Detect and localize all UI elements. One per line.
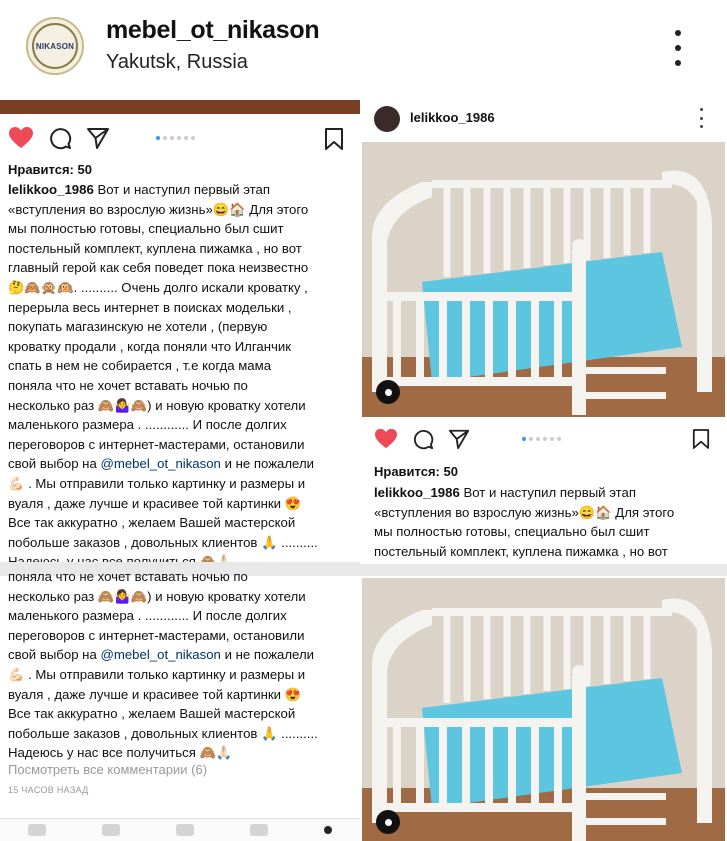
caption-line: вуаля , даже лучше и красивее той картин…: [8, 686, 302, 702]
caption-line: мы полностью готовы, специально был сшит: [8, 221, 284, 237]
caption-line: побольше заказов , довольных клиентов 🙏 …: [8, 725, 318, 741]
profile-username[interactable]: mebel_ot_nikason: [106, 16, 320, 45]
mention-link[interactable]: @mebel_ot_nikason: [100, 647, 220, 662]
caption-line: покупать магазинскую не хотели , (первую: [8, 319, 268, 335]
bookmark-icon[interactable]: [692, 428, 710, 450]
caption-line: кроватку продали , когда поняли что Илга…: [8, 338, 292, 354]
share-icon[interactable]: [86, 126, 110, 150]
bottom-nav: [0, 818, 360, 841]
caption-username[interactable]: lelikkoo_1986: [8, 182, 94, 197]
caption-line: постельный комплект, куплена пижамка , н…: [8, 240, 302, 256]
crib-photo-2[interactable]: [362, 578, 725, 841]
caption-line: маленького размера . ............ И посл…: [8, 417, 287, 433]
crib-illustration: [362, 142, 725, 417]
more-icon[interactable]: [698, 108, 704, 128]
profile-avatar[interactable]: NIKASON: [26, 17, 84, 75]
caption-line: свой выбор на @mebel_ot_nikason и не пож…: [8, 456, 315, 472]
caption-line: Надеюсь у нас все получиться 🙈🙏🏻: [8, 745, 233, 761]
more-options-icon[interactable]: [670, 30, 686, 66]
post-author-username[interactable]: lelikkoo_1986: [410, 110, 495, 125]
caption-line: «вступления во взрослую жизнь»😄🏠 Для это…: [374, 504, 675, 520]
user-tag-icon[interactable]: [376, 810, 400, 834]
caption-line: Все так аккуратно , желаем Вашей мастерс…: [8, 706, 296, 722]
caption-line: переговоров с интернет-мастерами, остано…: [8, 436, 305, 452]
avatar-logo-text: NIKASON: [35, 41, 75, 51]
caption-line: мы полностью готовы, специально был сшит: [374, 524, 650, 540]
share-icon[interactable]: [448, 428, 470, 450]
left-screenshot: Нравится: 50 lelikkoo_1986 Вот и наступи…: [0, 100, 360, 841]
profile-header: NIKASON mebel_ot_nikason Yakutsk, Russia: [0, 0, 727, 100]
caption-line: переговоров с интернет-мастерами, остано…: [8, 627, 305, 643]
home-icon[interactable]: [28, 824, 46, 836]
mention-link[interactable]: @mebel_ot_nikason: [100, 456, 220, 471]
post-caption: lelikkoo_1986 Вот и наступил первый этап…: [8, 180, 358, 572]
comment-icon[interactable]: [48, 126, 72, 150]
caption-line: Все так аккуратно , желаем Вашей мастерс…: [8, 515, 296, 531]
post-caption: lelikkoo_1986 Вот и наступил первый этап…: [374, 483, 724, 561]
right-screenshot: lelikkoo_1986 Нравится: 50 lelikkoo_1986…: [360, 100, 727, 841]
post-author-avatar[interactable]: [374, 106, 400, 132]
carousel-dots: [522, 437, 561, 441]
caption-line: «вступления во взрослую жизнь»😄🏠 Для это…: [8, 201, 309, 217]
comment-icon[interactable]: [412, 428, 434, 450]
bookmark-icon[interactable]: [324, 127, 344, 151]
caption-line: 🤔🙈🙊🙉. .......... Очень долго искали кров…: [8, 279, 308, 295]
caption-line: 💪🏻 . Мы отправили только картинку и разм…: [8, 475, 306, 491]
activity-icon[interactable]: [250, 824, 268, 836]
caption-line: свой выбор на @mebel_ot_nikason и не пож…: [8, 647, 315, 663]
heart-icon[interactable]: [8, 126, 34, 150]
caption-line: постельный комплект, куплена пижамка , н…: [374, 543, 668, 559]
caption-line: вуаля , даже лучше и красивее той картин…: [8, 495, 302, 511]
screenshot-divider: [360, 564, 727, 576]
post-timestamp: 15 ЧАСОВ НАЗАД: [8, 785, 89, 795]
caption-line: перерыла весь интернет в поисках модельк…: [8, 299, 292, 315]
likes-count[interactable]: Нравится: 50: [374, 464, 458, 479]
caption-line: побольше заказов , довольных клиентов 🙏 …: [8, 534, 318, 550]
crib-photo[interactable]: [362, 142, 725, 417]
search-icon[interactable]: [102, 824, 120, 836]
caption-line: 💪🏻 . Мы отправили только картинку и разм…: [8, 666, 306, 682]
caption-line: поняла что не хочет вставать ночью по: [8, 377, 248, 393]
profile-location[interactable]: Yakutsk, Russia: [106, 51, 248, 74]
caption-line: маленького размера . ............ И посл…: [8, 608, 287, 624]
caption-line: lelikkoo_1986 Вот и наступил первый этап: [374, 485, 637, 500]
post-action-bar: [8, 126, 110, 150]
crib-illustration: [362, 578, 725, 841]
heart-icon[interactable]: [374, 428, 398, 450]
caption-line: lelikkoo_1986 Вот и наступил первый этап: [8, 182, 271, 197]
user-tag-icon[interactable]: [376, 380, 400, 404]
caption-line: поняла что не хочет вставать ночью по: [8, 569, 248, 584]
caption-line: несколько раз 🙈🤷‍♀️🙈) и новую кроватку х…: [8, 397, 306, 413]
post-action-bar: [374, 428, 470, 450]
post-caption-continued: поняла что не хочет вставать ночью по не…: [8, 567, 358, 763]
view-comments-link[interactable]: Посмотреть все комментарии (6): [8, 762, 207, 777]
likes-count[interactable]: Нравится: 50: [8, 162, 92, 177]
carousel-dots: [156, 136, 195, 140]
avatar-logo: NIKASON: [32, 23, 78, 69]
caption-line: спать в нем не собирается , т.е когда ма…: [8, 358, 272, 374]
add-post-icon[interactable]: [176, 824, 194, 836]
caption-line: главный герой как себя поведет пока неиз…: [8, 260, 309, 276]
caption-line: несколько раз 🙈🤷‍♀️🙈) и новую кроватку х…: [8, 588, 306, 604]
profile-icon[interactable]: [324, 826, 332, 834]
caption-username[interactable]: lelikkoo_1986: [374, 485, 460, 500]
photo-bottom-strip: [0, 100, 360, 114]
